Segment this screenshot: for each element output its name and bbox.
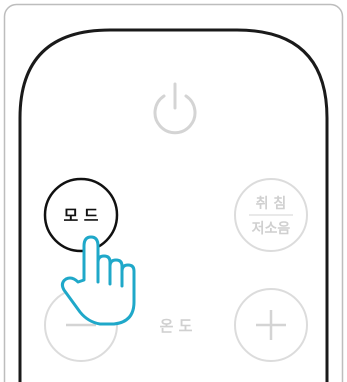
mode-button[interactable]: 모 드: [43, 177, 119, 253]
sleep-label: 취 침: [256, 196, 287, 212]
temperature-label: 온 도: [160, 317, 193, 335]
remote-illustration: 모 드 취 침 저소음 온 도: [3, 3, 344, 382]
quiet-label: 저소음: [252, 221, 291, 237]
mode-button-label: 모 드: [63, 206, 98, 225]
temperature-up-button[interactable]: [234, 288, 308, 362]
sleep-quiet-button[interactable]: 취 침 저소음: [234, 178, 308, 252]
